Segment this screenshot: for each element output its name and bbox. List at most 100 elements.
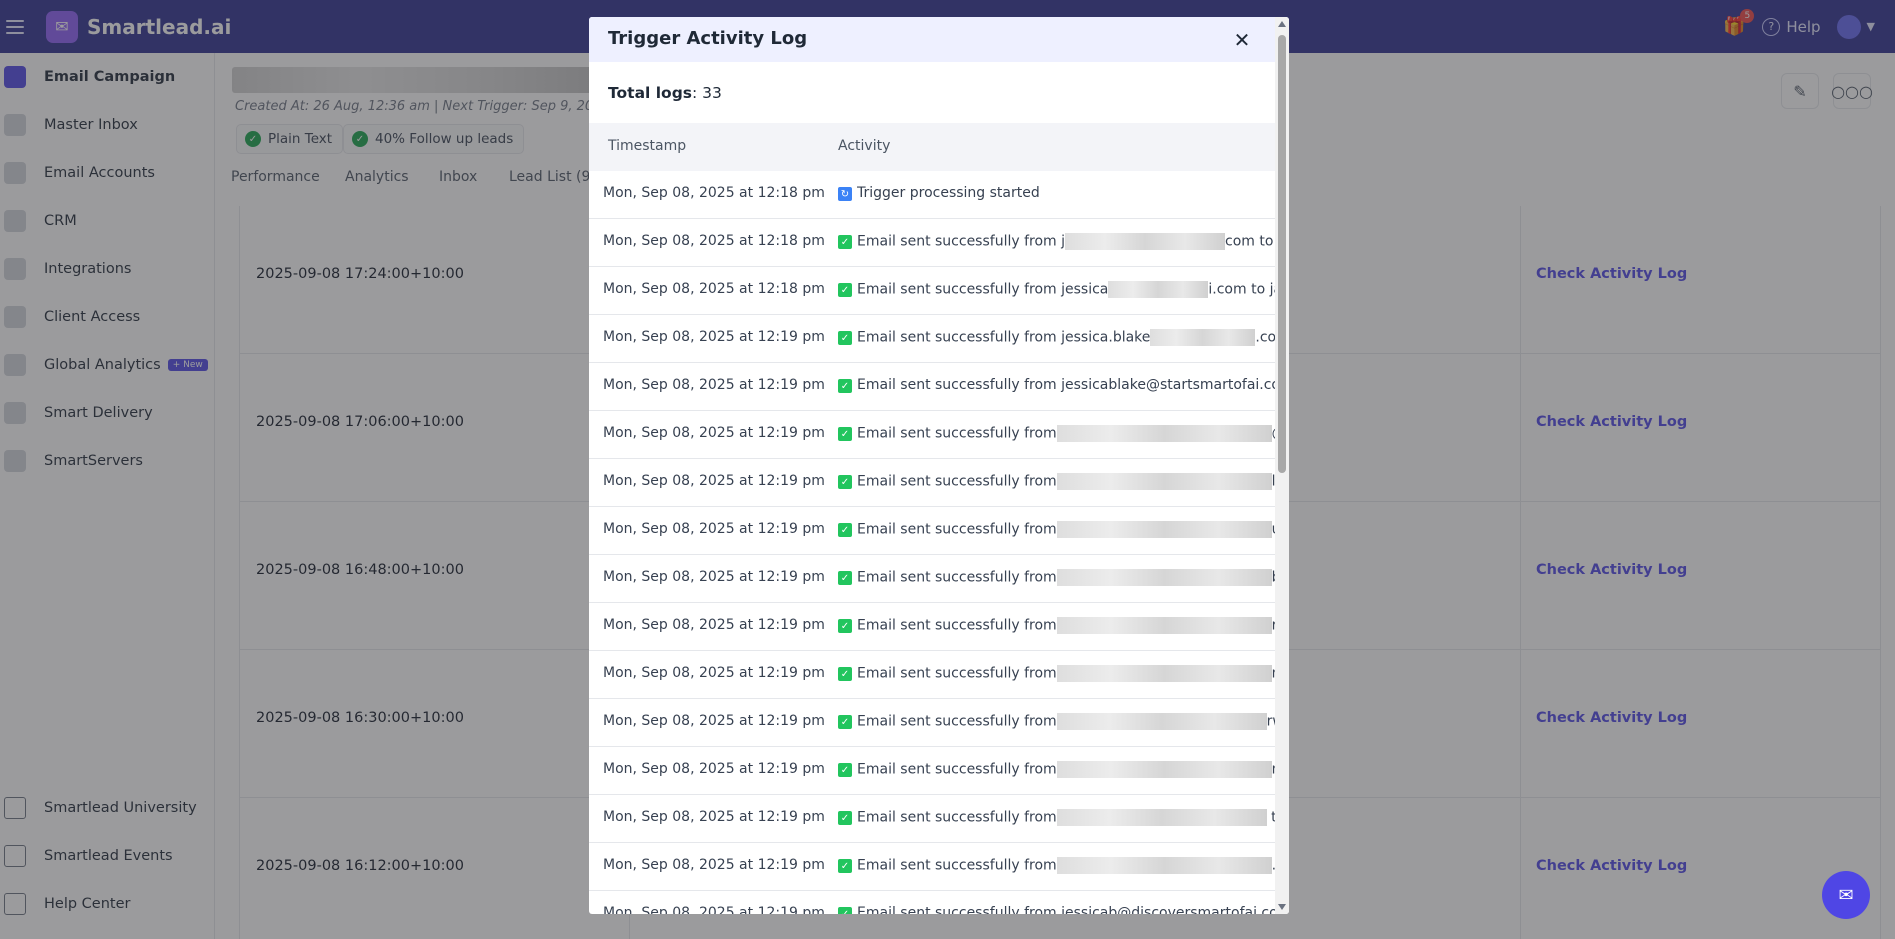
log-timestamp: Mon, Sep 08, 2025 at 12:19 pm [603, 809, 825, 825]
total-logs: Total logs: 33 [608, 84, 722, 102]
log-activity: Email sent successfully fromun [857, 521, 1275, 538]
log-activity-text: Email sent successfully from [857, 809, 1057, 826]
redacted-email [1056, 857, 1272, 874]
log-activity-cell: Email sent successfully from j com to pa [857, 219, 1275, 267]
log-activity-text: Email sent successfully from [857, 665, 1057, 682]
log-activity-text: Email sent successfully from [857, 425, 1057, 442]
redacted-email [1056, 569, 1272, 586]
log-activity: Email sent successfully from to [857, 809, 1275, 826]
log-activity-cell: Email sent successfully from jessica.bla… [857, 315, 1275, 363]
log-activity: Email sent successfully from jessicablak… [857, 377, 1275, 393]
log-timestamp: Mon, Sep 08, 2025 at 12:18 pm [603, 185, 825, 201]
log-activity: Email sent successfully from jessicab@di… [857, 905, 1275, 914]
log-timestamp: Mon, Sep 08, 2025 at 12:19 pm [603, 425, 825, 441]
log-timestamp: Mon, Sep 08, 2025 at 12:19 pm [603, 329, 825, 345]
scroll-thumb[interactable] [1278, 35, 1286, 473]
column-header-timestamp: Timestamp [608, 138, 687, 154]
log-row: Mon, Sep 08, 2025 at 12:19 pm ✓ Email sent… [589, 507, 1275, 555]
log-activity-text: Email sent successfully from [857, 857, 1057, 874]
redacted-email [1056, 761, 1272, 778]
log-activity-cell: Email sent successfully from jessicab@di… [857, 891, 1275, 914]
log-activity-cell: Email sent successfully frombr [857, 555, 1275, 603]
log-timestamp: Mon, Sep 08, 2025 at 12:19 pm [603, 905, 825, 914]
check-box-icon: ✓ [838, 619, 852, 633]
check-box-icon: ✓ [838, 283, 852, 297]
log-activity-cell: Email sent successfully from jessicablak… [857, 363, 1275, 411]
log-row: Mon, Sep 08, 2025 at 12:19 pm ✓ Email sent… [589, 315, 1275, 363]
scroll-down-arrow-icon[interactable] [1278, 904, 1286, 910]
log-activity-text: Email sent successfully from [857, 617, 1057, 634]
check-box-icon: ✓ [838, 859, 852, 873]
log-timestamp: Mon, Sep 08, 2025 at 12:18 pm [603, 233, 825, 249]
trigger-activity-log-modal: Trigger Activity Log ✕ Total logs: 33 Ti… [589, 17, 1289, 914]
total-logs-label: Total logs [608, 84, 693, 102]
log-activity: Email sent successfully from.co [857, 857, 1275, 874]
log-row: Mon, Sep 08, 2025 at 12:19 pm ✓ Email sent… [589, 459, 1275, 507]
log-timestamp: Mon, Sep 08, 2025 at 12:19 pm [603, 761, 825, 777]
check-box-icon: ✓ [838, 907, 852, 914]
log-row: Mon, Sep 08, 2025 at 12:19 pm ✓ Email sent… [589, 363, 1275, 411]
log-row: Mon, Sep 08, 2025 at 12:18 pm ✓ Email sent… [589, 267, 1275, 315]
check-box-icon: ✓ [838, 427, 852, 441]
log-row: Mon, Sep 08, 2025 at 12:19 pm ✓ Email sent… [589, 411, 1275, 459]
log-activity-text: Email sent successfully from [857, 713, 1057, 730]
log-row: Mon, Sep 08, 2025 at 12:18 pm ✓ Email sent… [589, 219, 1275, 267]
log-activity: Email sent successfully fromlis [857, 473, 1275, 490]
chat-support-button[interactable]: ✉ [1822, 871, 1870, 919]
log-activity-cell: Email sent successfully fromrac [857, 603, 1275, 651]
log-row: Mon, Sep 08, 2025 at 12:19 pm ✓ Email sent… [589, 651, 1275, 699]
redacted-email [1056, 665, 1272, 682]
log-activity-cell: Email sent successfully fromun [857, 507, 1275, 555]
log-activity: Email sent successfully from rw [857, 713, 1275, 730]
log-timestamp: Mon, Sep 08, 2025 at 12:18 pm [603, 281, 825, 297]
log-table-body[interactable]: Mon, Sep 08, 2025 at 12:18 pm ↻ Trigger pr… [589, 171, 1275, 914]
log-timestamp: Mon, Sep 08, 2025 at 12:19 pm [603, 713, 825, 729]
redacted-email [1056, 617, 1272, 634]
log-activity-text-tail: com to pa [1225, 233, 1275, 250]
log-activity-text: Email sent successfully from j [857, 233, 1066, 250]
log-table-header: Timestamp Activity [589, 123, 1275, 171]
log-row: Mon, Sep 08, 2025 at 12:19 pm ✓ Email sent… [589, 843, 1275, 891]
log-activity: Email sent successfully from jessica i.co… [857, 281, 1275, 298]
check-box-icon: ✓ [838, 811, 852, 825]
close-icon[interactable]: ✕ [1231, 28, 1253, 52]
check-box-icon: ✓ [838, 523, 852, 537]
log-activity-cell: Email sent successfully from@c [857, 411, 1275, 459]
log-row: Mon, Sep 08, 2025 at 12:18 pm ↻ Trigger pr… [589, 171, 1275, 219]
log-activity-text-tail: to [1271, 809, 1275, 826]
log-activity-text: Email sent successfully from jessica [857, 281, 1109, 298]
log-activity-cell: Email sent successfully fromn t [857, 651, 1275, 699]
log-activity-text: Email sent successfully from [857, 569, 1057, 586]
log-activity-cell: Email sent successfully from jessica i.co… [857, 267, 1275, 315]
check-box-icon: ✓ [838, 379, 852, 393]
column-header-activity: Activity [838, 138, 891, 154]
log-activity-cell: Trigger processing started [857, 171, 1275, 219]
log-activity: Email sent successfully from jessica.bla… [857, 329, 1275, 346]
log-timestamp: Mon, Sep 08, 2025 at 12:19 pm [603, 857, 825, 873]
log-timestamp: Mon, Sep 08, 2025 at 12:19 pm [603, 569, 825, 585]
log-activity-cell: Email sent successfully from to [857, 795, 1275, 843]
log-timestamp: Mon, Sep 08, 2025 at 12:19 pm [603, 377, 825, 393]
log-timestamp: Mon, Sep 08, 2025 at 12:19 pm [603, 617, 825, 633]
refresh-icon: ↻ [838, 187, 852, 201]
log-activity-cell: Email sent successfully from.co [857, 843, 1275, 891]
redacted-email [1150, 329, 1256, 346]
scroll-up-arrow-icon[interactable] [1278, 21, 1286, 27]
log-activity-text: Trigger processing started [857, 185, 1040, 201]
log-activity: Email sent successfully frombr [857, 569, 1275, 586]
log-row: Mon, Sep 08, 2025 at 12:19 pm ✓ Email sent… [589, 891, 1275, 914]
log-activity-cell: Email sent successfully fromlis [857, 459, 1275, 507]
redacted-email [1056, 713, 1267, 730]
check-box-icon: ✓ [838, 475, 852, 489]
modal-scrollbar[interactable] [1275, 17, 1289, 914]
check-box-icon: ✓ [838, 763, 852, 777]
log-row: Mon, Sep 08, 2025 at 12:19 pm ✓ Email sent… [589, 747, 1275, 795]
redacted-email [1108, 281, 1209, 298]
log-activity-text-tail: i.com to jaqu [1208, 281, 1275, 298]
log-timestamp: Mon, Sep 08, 2025 at 12:19 pm [603, 521, 825, 537]
log-activity: Email sent successfully from j com to pa [857, 233, 1275, 250]
check-box-icon: ✓ [838, 667, 852, 681]
log-row: Mon, Sep 08, 2025 at 12:19 pm ✓ Email sent… [589, 699, 1275, 747]
redacted-email [1056, 425, 1272, 442]
check-box-icon: ✓ [838, 571, 852, 585]
